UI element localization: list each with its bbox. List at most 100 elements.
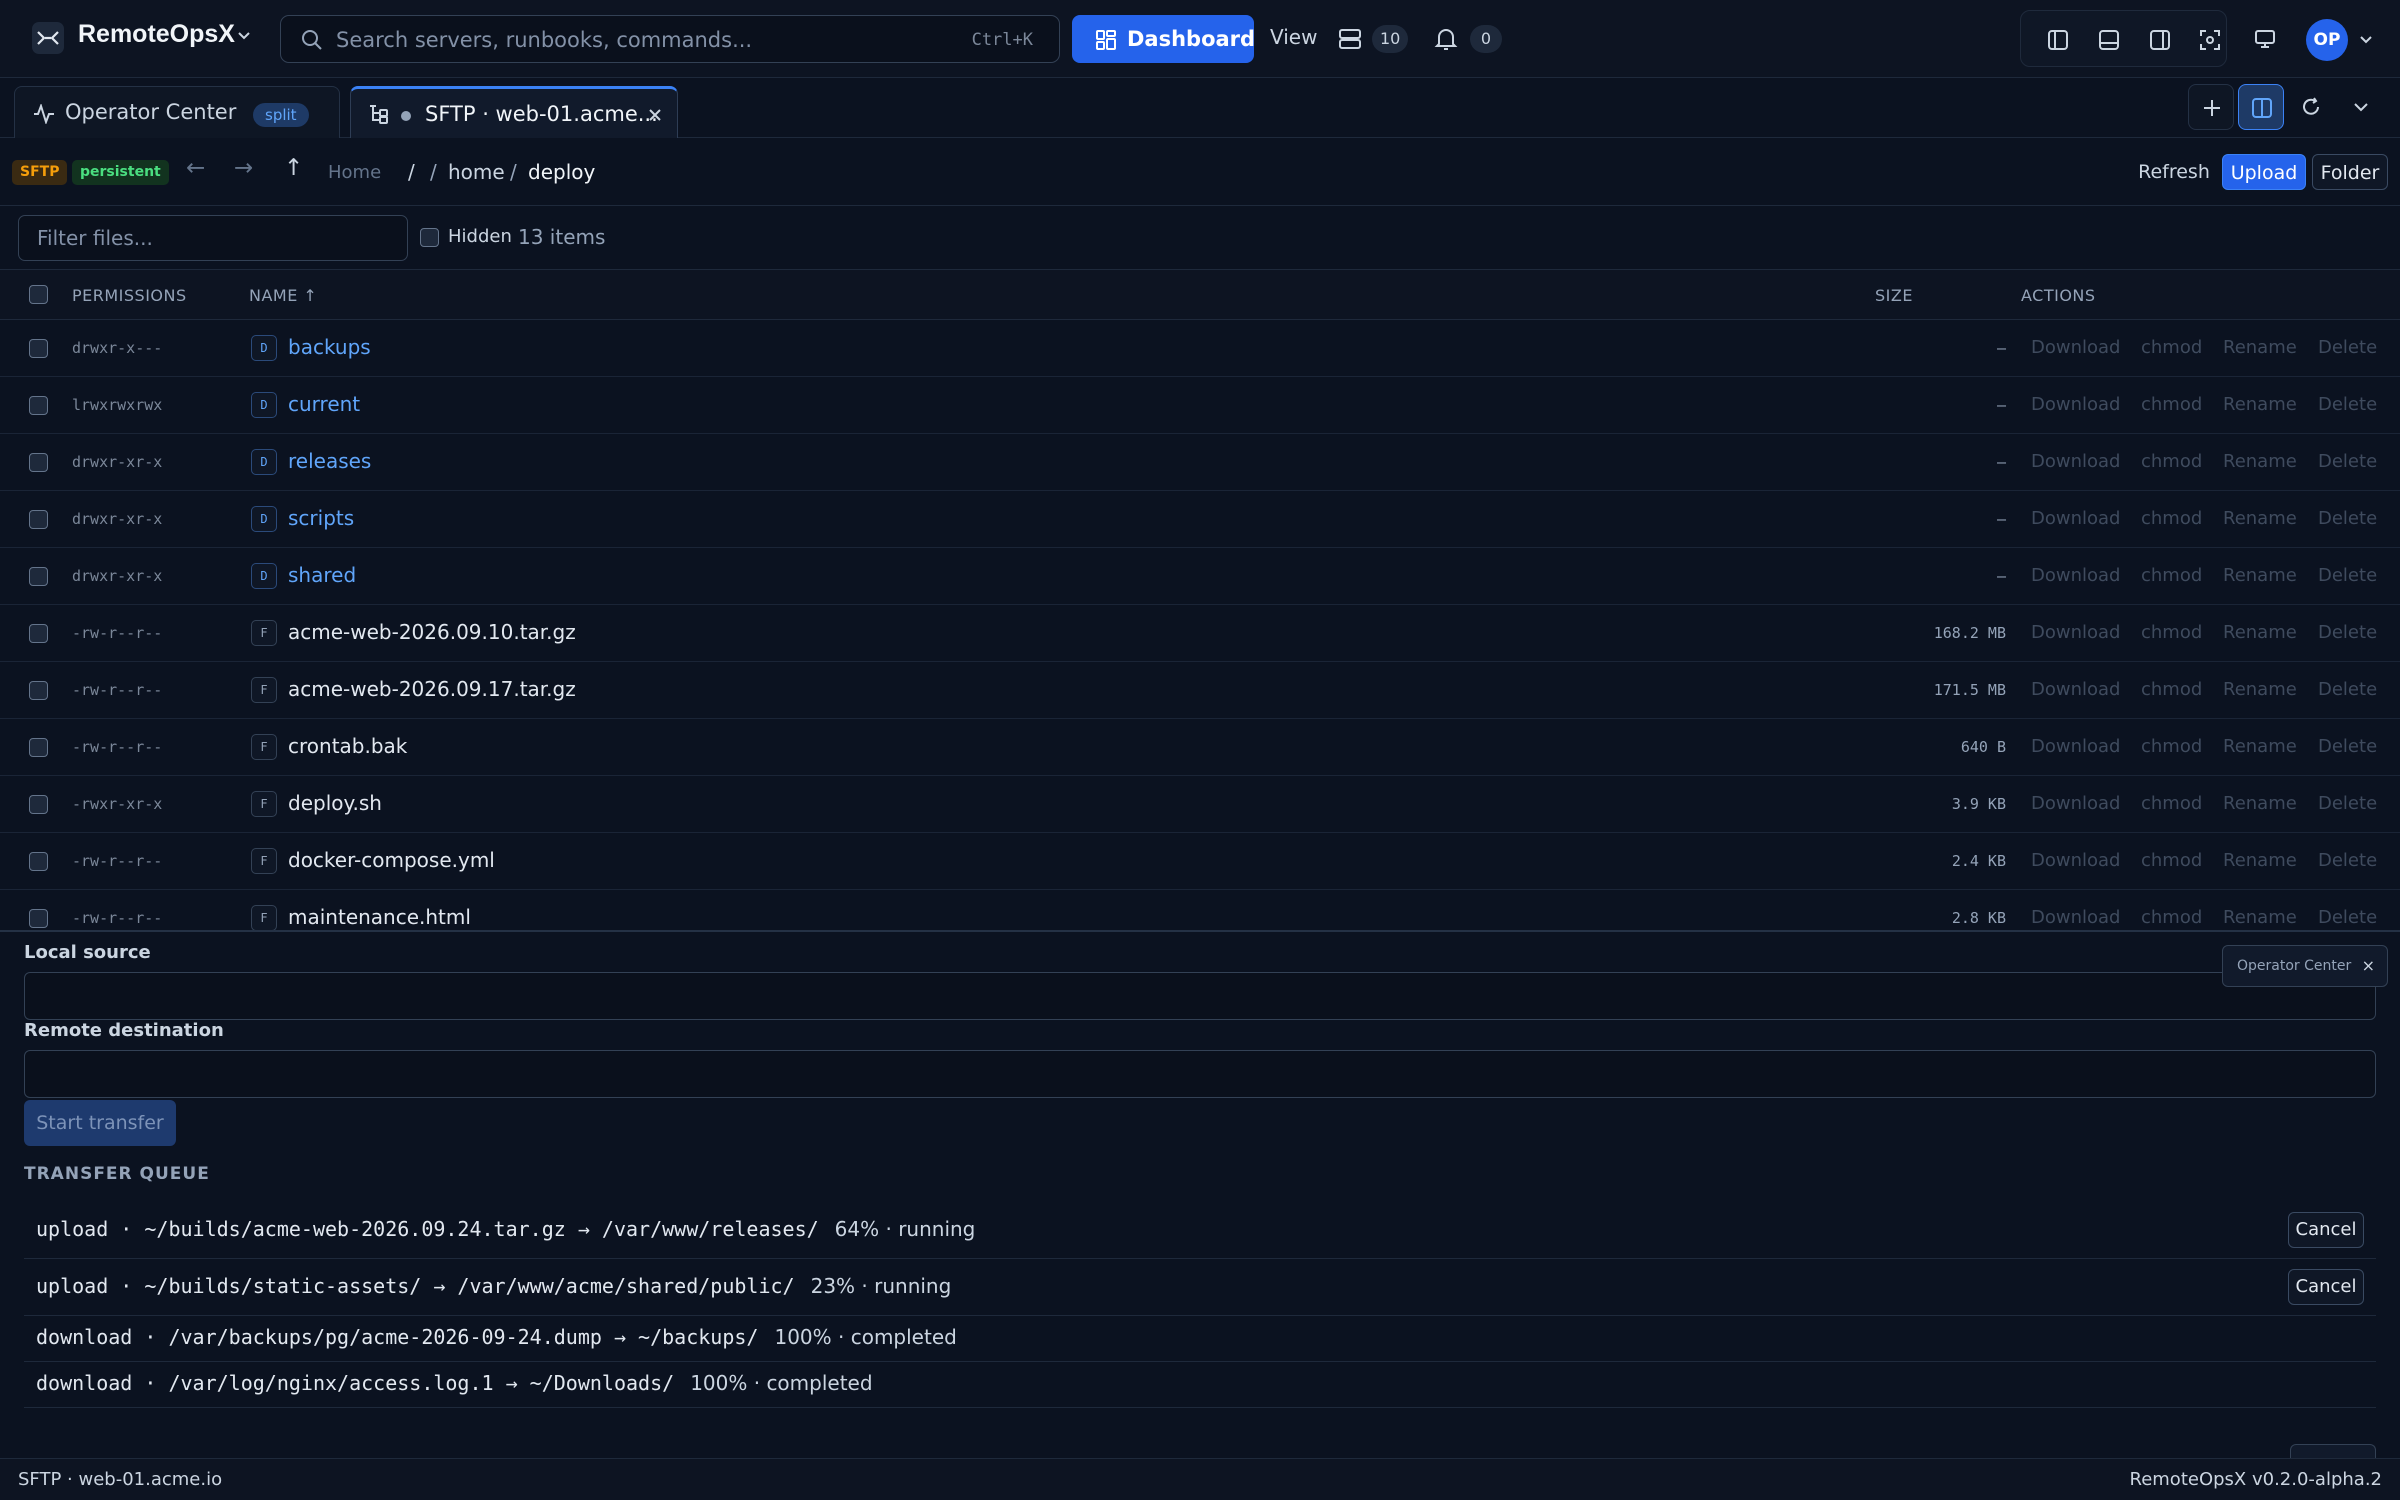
table-row[interactable]: -rw-r--r-- Fcrontab.bak 640 B Download chmod… <box>0 719 2400 776</box>
download-button[interactable]: Download <box>2031 451 2120 472</box>
breadcrumb-root[interactable]: / <box>408 160 415 184</box>
row-name[interactable]: acme-web-2026.09.17.tar.gz <box>288 677 576 701</box>
rename-button[interactable]: Rename <box>2223 850 2297 871</box>
breadcrumb-deploy[interactable]: deploy <box>528 160 595 184</box>
reload-button[interactable] <box>2288 84 2334 130</box>
user-avatar[interactable]: OP <box>2306 19 2348 61</box>
chmod-button[interactable]: chmod <box>2141 793 2202 814</box>
view-menu[interactable]: View <box>1270 25 1317 49</box>
row-checkbox[interactable] <box>29 453 48 472</box>
close-icon[interactable] <box>647 107 663 123</box>
row-name[interactable]: shared <box>288 563 356 587</box>
row-name[interactable]: backups <box>288 335 371 359</box>
table-row[interactable]: -rw-r--r-- Fmaintenance.html 2.8 KB Downloa… <box>0 890 2400 930</box>
table-row[interactable]: drwxr-xr-x Dreleases – Download chmod Rename D… <box>0 434 2400 491</box>
row-checkbox[interactable] <box>29 396 48 415</box>
tab-sftp-web-01[interactable]: SFTP · web-01.acme... <box>350 86 678 138</box>
chevron-down-icon[interactable] <box>2358 32 2374 48</box>
chmod-button[interactable]: chmod <box>2141 736 2202 757</box>
chevron-down-icon[interactable] <box>236 28 252 44</box>
row-name[interactable]: docker-compose.yml <box>288 848 495 872</box>
breadcrumb-home[interactable]: Home <box>328 162 381 183</box>
breadcrumb-home-dir[interactable]: home <box>448 160 505 184</box>
delete-button[interactable]: Delete <box>2318 679 2377 700</box>
delete-button[interactable]: Delete <box>2318 394 2377 415</box>
new-tab-button[interactable] <box>2188 84 2234 130</box>
chmod-button[interactable]: chmod <box>2141 451 2202 472</box>
dashboard-button[interactable]: Dashboard <box>1072 15 1255 63</box>
local-source-input[interactable] <box>24 972 2376 1020</box>
row-checkbox[interactable] <box>29 852 48 871</box>
delete-button[interactable]: Delete <box>2318 565 2377 586</box>
delete-button[interactable]: Delete <box>2318 508 2377 529</box>
row-checkbox[interactable] <box>29 738 48 757</box>
rename-button[interactable]: Rename <box>2223 679 2297 700</box>
delete-button[interactable]: Delete <box>2318 793 2377 814</box>
delete-button[interactable]: Delete <box>2318 451 2377 472</box>
rename-button[interactable]: Rename <box>2223 394 2297 415</box>
table-row[interactable]: -rw-r--r-- Facme-web-2026.09.17.tar.gz 171… <box>0 662 2400 719</box>
row-name[interactable]: current <box>288 392 360 416</box>
rename-button[interactable]: Rename <box>2223 508 2297 529</box>
size-header[interactable]: SIZE <box>1875 286 1913 305</box>
chmod-button[interactable]: chmod <box>2141 850 2202 871</box>
bottom-panel-icon[interactable] <box>2098 29 2120 51</box>
delete-button[interactable]: Delete <box>2318 736 2377 757</box>
close-icon[interactable]: × <box>2362 946 2375 986</box>
download-button[interactable]: Download <box>2031 565 2120 586</box>
row-name[interactable]: scripts <box>288 506 354 530</box>
download-button[interactable]: Download <box>2031 508 2120 529</box>
row-checkbox[interactable] <box>29 510 48 529</box>
remote-destination-input[interactable] <box>24 1050 2376 1098</box>
row-name[interactable]: maintenance.html <box>288 905 471 929</box>
delete-button[interactable]: Delete <box>2318 622 2377 643</box>
table-row[interactable]: -rw-r--r-- Fdocker-compose.yml 2.4 KB Downl… <box>0 833 2400 890</box>
rename-button[interactable]: Rename <box>2223 907 2297 928</box>
cancel-transfer-button[interactable]: Cancel <box>2288 1212 2364 1248</box>
chmod-button[interactable]: chmod <box>2141 508 2202 529</box>
row-checkbox[interactable] <box>29 567 48 586</box>
start-transfer-button[interactable]: Start transfer <box>24 1100 176 1146</box>
upload-button[interactable]: Upload <box>2222 154 2306 190</box>
new-folder-button[interactable]: Folder <box>2312 154 2388 190</box>
delete-button[interactable]: Delete <box>2318 337 2377 358</box>
download-button[interactable]: Download <box>2031 793 2120 814</box>
download-button[interactable]: Download <box>2031 622 2120 643</box>
forward-button[interactable]: → <box>234 155 253 181</box>
tab-operator-center[interactable]: Operator Center split <box>14 86 340 138</box>
chmod-button[interactable]: chmod <box>2141 907 2202 928</box>
select-all-checkbox[interactable] <box>29 285 48 304</box>
focus-mode-icon[interactable] <box>2199 29 2221 51</box>
bell-icon[interactable] <box>1434 26 1458 52</box>
rename-button[interactable]: Rename <box>2223 337 2297 358</box>
rename-button[interactable]: Rename <box>2223 451 2297 472</box>
split-view-button[interactable] <box>2238 84 2284 130</box>
app-logo-icon[interactable] <box>32 22 64 54</box>
rename-button[interactable]: Rename <box>2223 736 2297 757</box>
row-checkbox[interactable] <box>29 909 48 928</box>
table-row[interactable]: lrwxrwxrwx Dcurrent – Download chmod Rename De… <box>0 377 2400 434</box>
search-box[interactable]: Search servers, runbooks, commands... Ct… <box>280 15 1060 63</box>
table-row[interactable]: drwxr-x--- Dbackups – Download chmod Rename De… <box>0 320 2400 377</box>
delete-button[interactable]: Delete <box>2318 907 2377 928</box>
left-panel-icon[interactable] <box>2047 29 2069 51</box>
delete-button[interactable]: Delete <box>2318 850 2377 871</box>
cancel-transfer-button[interactable]: Cancel <box>2288 1269 2364 1305</box>
monitor-icon[interactable] <box>2254 28 2276 50</box>
right-panel-icon[interactable] <box>2149 29 2171 51</box>
row-name[interactable]: deploy.sh <box>288 791 382 815</box>
table-row[interactable]: -rwxr-xr-x Fdeploy.sh 3.9 KB Download chmod R… <box>0 776 2400 833</box>
up-button[interactable]: ↑ <box>284 155 303 181</box>
download-button[interactable]: Download <box>2031 337 2120 358</box>
chmod-button[interactable]: chmod <box>2141 394 2202 415</box>
table-row[interactable]: -rw-r--r-- Facme-web-2026.09.10.tar.gz 168… <box>0 605 2400 662</box>
rename-button[interactable]: Rename <box>2223 622 2297 643</box>
download-button[interactable]: Download <box>2031 907 2120 928</box>
row-name[interactable]: crontab.bak <box>288 734 407 758</box>
name-header[interactable]: NAME ↑ <box>249 286 317 305</box>
rename-button[interactable]: Rename <box>2223 565 2297 586</box>
download-button[interactable]: Download <box>2031 850 2120 871</box>
chmod-button[interactable]: chmod <box>2141 679 2202 700</box>
download-button[interactable]: Download <box>2031 679 2120 700</box>
servers-icon[interactable] <box>1338 27 1362 51</box>
